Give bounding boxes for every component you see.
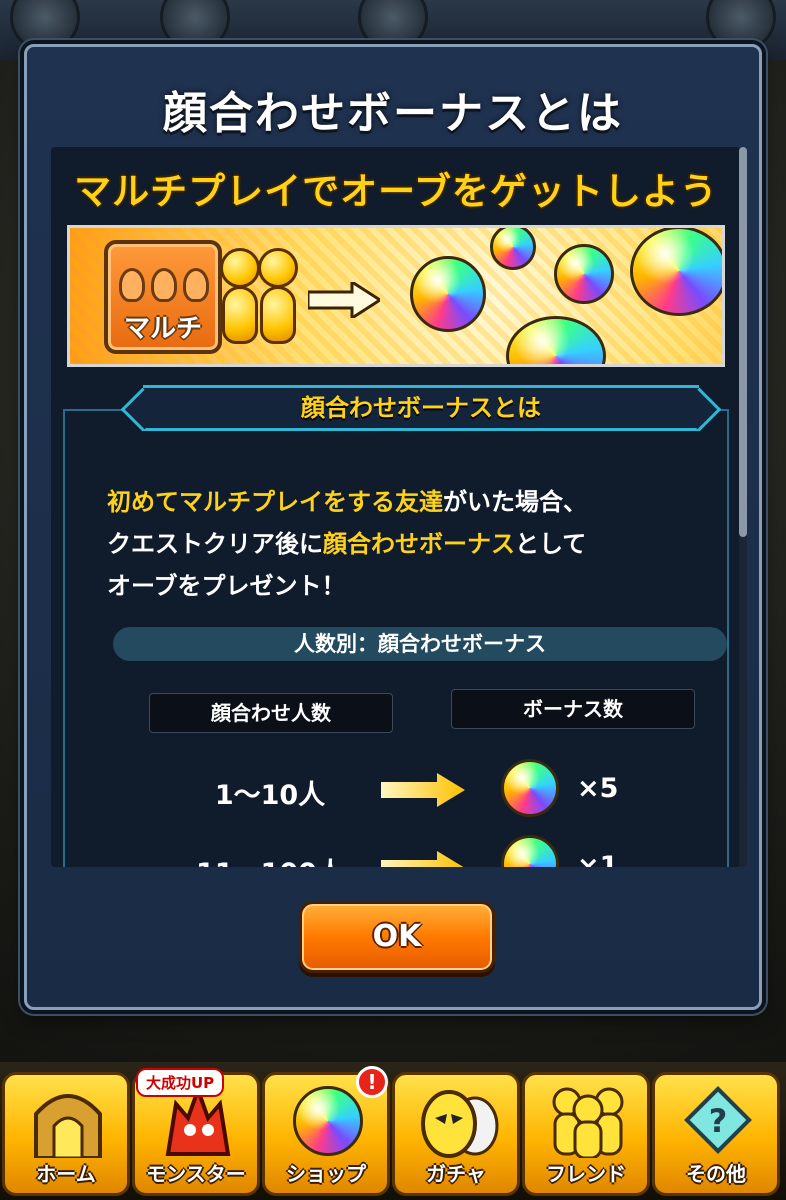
arrow-right-icon <box>308 282 380 318</box>
tab-label: フレンド <box>546 1162 626 1186</box>
row-range: 1〜10人 <box>214 780 326 811</box>
tab-label: モンスター <box>146 1162 246 1186</box>
other-icon: ? <box>673 1083 763 1159</box>
home-gate-icon <box>23 1083 113 1159</box>
multi-characters-icon <box>116 258 212 302</box>
dialog-scroll-content[interactable]: マルチプレイでオーブをゲットしよう マルチ 顔合わせボーナスとは 初めてマルチプ… <box>51 147 741 867</box>
orb-icon <box>630 228 722 316</box>
row-range: 11〜100人 <box>155 851 385 867</box>
alert-icon: ! <box>356 1066 388 1098</box>
tab-label: ショップ <box>286 1162 366 1186</box>
orb-icon <box>501 759 559 817</box>
scrollbar[interactable] <box>739 147 747 867</box>
orb-icon <box>554 244 614 304</box>
description-text: として <box>515 530 587 558</box>
tab-label: その他 <box>686 1162 746 1186</box>
column-header-bonus: ボーナス数 <box>451 689 695 729</box>
svg-text:?: ? <box>709 1102 728 1140</box>
multi-badge: マルチ <box>104 240 222 354</box>
description-line: オーブをプレゼント！ <box>107 572 346 600</box>
column-header-people: 顔合わせ人数 <box>149 693 393 733</box>
tab-gacha[interactable]: ガチャ <box>392 1072 520 1196</box>
egg-icon <box>413 1083 503 1159</box>
description: 初めてマルチプレイをする友達がいた場合、 クエストクリア後に顔合わせボーナスとし… <box>107 481 727 607</box>
row-count: ×5 <box>577 773 619 804</box>
table-title: 人数別：顔合わせボーナス <box>113 627 727 661</box>
multiplay-banner: マルチ <box>67 225 725 367</box>
tab-home[interactable]: ホーム <box>2 1072 130 1196</box>
row-count: ×1 <box>577 851 619 867</box>
orb-icon <box>506 316 606 364</box>
ok-button[interactable]: OK <box>299 901 495 973</box>
arrow-right-icon <box>381 773 465 807</box>
scroll-thumb[interactable] <box>739 147 747 537</box>
description-line: 初めてマルチプレイをする友達がいた場合、 <box>107 481 727 523</box>
player-figure-icon <box>220 248 260 348</box>
tab-label: ホーム <box>36 1162 96 1186</box>
tab-label: ガチャ <box>426 1162 486 1186</box>
section-header: 顔合わせボーナスとは <box>143 385 699 431</box>
orb-icon <box>410 256 486 332</box>
highlight-text: 初めてマルチプレイをする友達 <box>107 488 443 516</box>
success-up-badge: 大成功UP <box>136 1068 225 1097</box>
description-line: クエストクリア後に顔合わせボーナスとして <box>107 523 727 565</box>
arrow-right-icon <box>381 851 464 867</box>
headline: マルチプレイでオーブをゲットしよう <box>74 170 718 213</box>
multi-badge-label: マルチ <box>123 314 202 344</box>
bottom-nav: ホーム モンスター ショップ ガチャ フレンド ? その他 <box>0 1062 786 1200</box>
dialog-title: 顔合わせボーナスとは <box>163 88 623 139</box>
tab-friend[interactable]: フレンド <box>522 1072 650 1196</box>
tab-other[interactable]: ? その他 <box>652 1072 780 1196</box>
description-text: がいた場合、 <box>443 488 587 516</box>
orb-icon <box>283 1083 373 1159</box>
player-figure-icon <box>258 248 298 348</box>
friends-icon <box>543 1083 633 1159</box>
description-text: クエストクリア後に <box>107 530 323 558</box>
bonus-info-dialog: 顔合わせボーナスとは マルチプレイでオーブをゲットしよう マルチ 顔合わせボーナ… <box>24 44 762 1010</box>
highlight-text: 顔合わせボーナス <box>323 530 515 558</box>
orb-icon <box>490 228 536 270</box>
